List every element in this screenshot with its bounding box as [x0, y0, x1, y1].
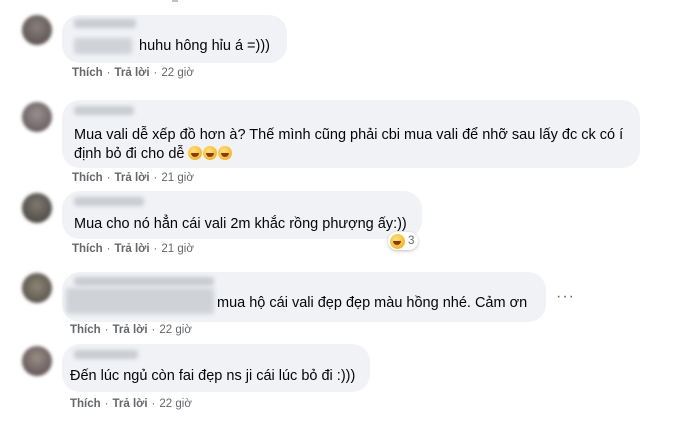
comment-text-line2: định bỏ đi cho dễ [74, 144, 233, 164]
comment-text: huhu hông hỉu á =))) [139, 38, 270, 54]
author-name[interactable] [74, 197, 144, 206]
comment-timestamp[interactable]: 22 giờ [161, 67, 193, 79]
reaction-count[interactable]: 3 [388, 232, 419, 250]
comment-text: mua hộ cái vali đẹp đẹp màu hồng nhé. Cả… [217, 295, 528, 311]
like-button[interactable]: Thích [70, 324, 101, 336]
haha-reaction-icon [390, 233, 405, 249]
like-button[interactable]: Thích [72, 67, 103, 79]
reply-button[interactable]: Trả lời [113, 398, 148, 410]
comment-actions: Thích · Trả lời · 21 giờ [72, 243, 194, 255]
comment-text-line2-content: định bỏ đi cho dễ [74, 146, 185, 162]
avatar[interactable] [22, 15, 52, 45]
author-name[interactable] [74, 277, 214, 286]
more-options-button[interactable]: ··· [556, 289, 575, 305]
avatar[interactable] [22, 346, 52, 376]
like-button[interactable]: Thích [70, 398, 101, 410]
comment-timestamp[interactable]: 21 giờ [161, 172, 193, 184]
comment-actions: Thích · Trả lời · 21 giờ [72, 172, 194, 184]
reaction-count-value: 3 [408, 235, 415, 247]
like-button[interactable]: Thích [72, 172, 103, 184]
laughing-emoji-icon [218, 146, 233, 160]
avatar[interactable] [22, 193, 52, 223]
comment-timestamp[interactable]: 21 giờ [161, 243, 193, 255]
comment-actions: Thích · Trả lời · 22 giờ [72, 67, 194, 79]
reply-button[interactable]: Trả lời [115, 67, 150, 79]
top-divider-mark [172, 0, 178, 2]
author-name[interactable] [74, 350, 138, 359]
reply-button[interactable]: Trả lời [115, 172, 150, 184]
comment-text: Đến lúc ngủ còn fai đẹp ns ji cái lúc bỏ… [70, 368, 356, 384]
author-name[interactable] [74, 19, 136, 28]
comment-actions: Thích · Trả lời · 22 giờ [70, 324, 192, 336]
like-button[interactable]: Thích [72, 243, 103, 255]
mention-tag[interactable] [74, 38, 132, 54]
author-name[interactable] [74, 106, 134, 115]
laughing-emoji-icon [188, 146, 203, 160]
reply-button[interactable]: Trả lời [113, 324, 148, 336]
reply-button[interactable]: Trả lời [115, 243, 150, 255]
comment-timestamp[interactable]: 22 giờ [159, 398, 191, 410]
comment-text-line1: Mua vali dễ xếp đồ hơn à? Thế mình cũng … [74, 127, 624, 143]
comment-actions: Thích · Trả lời · 22 giờ [70, 398, 192, 410]
comment-text: Mua cho nó hẳn cái vali 2m khắc rồng phư… [74, 216, 407, 232]
avatar[interactable] [22, 102, 52, 132]
laughing-emoji-icon [203, 146, 218, 160]
mention-tag[interactable] [66, 288, 214, 314]
comment-timestamp[interactable]: 22 giờ [159, 324, 191, 336]
avatar[interactable] [22, 273, 52, 303]
